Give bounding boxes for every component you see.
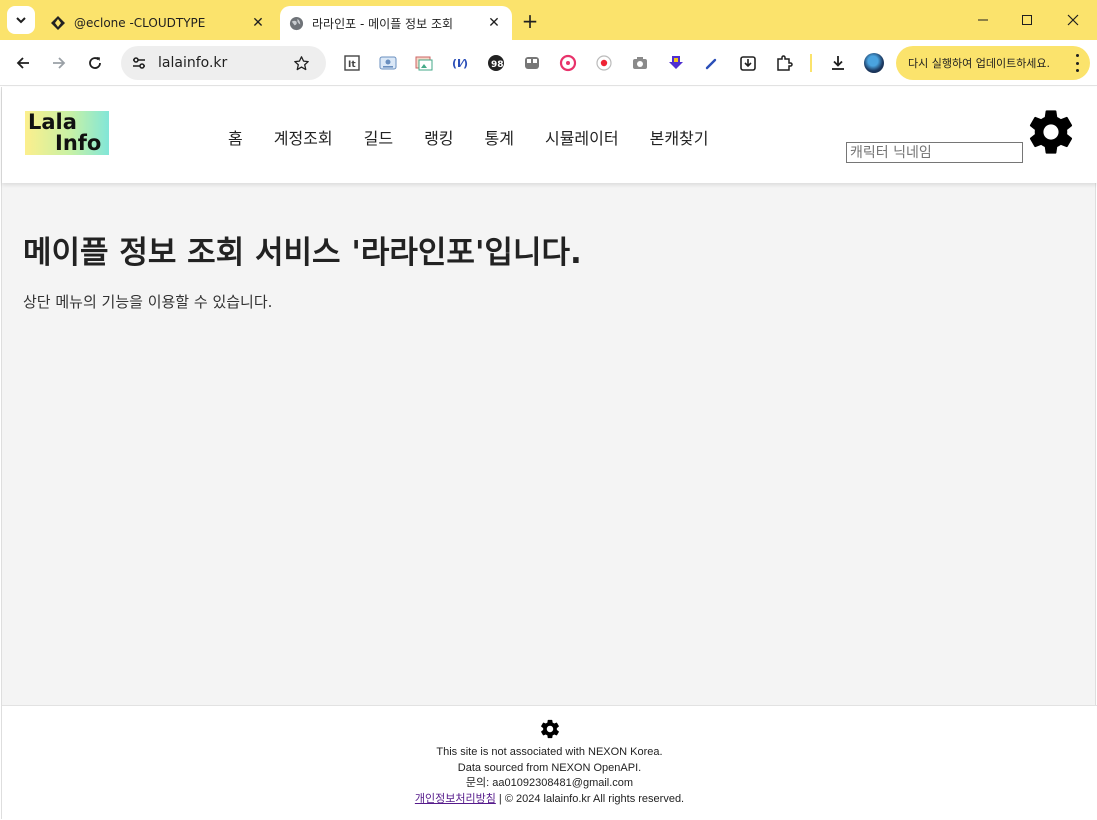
main-nav: 홈 계정조회 길드 랭킹 통계 시뮬레이터 본캐찾기 (228, 125, 708, 149)
extension-text-icon[interactable]: It (342, 53, 362, 73)
extension-camera-icon[interactable] (630, 53, 650, 73)
site-info-icon[interactable] (129, 53, 149, 73)
maximize-button[interactable] (1004, 4, 1050, 36)
tab-title: 라라인포 - 메이플 정보 조회 (312, 16, 454, 31)
nav-statistics[interactable]: 통계 (485, 125, 514, 149)
extension-pen-icon[interactable] (702, 53, 722, 73)
close-icon[interactable]: ✕ (484, 13, 504, 33)
close-window-button[interactable] (1050, 4, 1096, 36)
extension-ring-icon[interactable] (558, 53, 578, 73)
maximize-icon (1022, 15, 1032, 25)
extension-grid-icon[interactable] (522, 53, 542, 73)
arrow-left-icon (16, 57, 29, 69)
downloads-icon[interactable] (828, 53, 848, 73)
new-tab-button[interactable]: + (518, 9, 542, 33)
footer-text: This site is not associated with NEXON K… (2, 745, 1097, 807)
minimize-icon (978, 19, 988, 21)
close-icon (1067, 14, 1079, 26)
footer-data-source: Data sourced from NEXON OpenAPI. (457, 761, 642, 774)
svg-text:98: 98 (491, 60, 504, 70)
footer-copyright: | © 2024 lalainfo.kr All rights reserved… (495, 792, 685, 805)
footer-legal: 개인정보처리방침 | © 2024 lalainfo.kr All rights… (2, 792, 1097, 808)
url-text: lalainfo.kr (158, 55, 228, 71)
footer-contact: 문의: aa01092308481@gmail.com (465, 777, 634, 789)
update-label: 다시 실행하여 업데이트하세요. (908, 57, 1051, 70)
logo-line-1: Lala (28, 110, 77, 134)
browser-toolbar: lalainfo.kr It (I⁄) 98 다시 실행하여 업데이트하세요. (0, 40, 1097, 86)
extension-id-card-icon[interactable] (378, 53, 398, 73)
privacy-policy-link[interactable]: 개인정보처리방침 (415, 793, 496, 805)
svg-text:It: It (348, 60, 356, 70)
bookmark-star-icon[interactable] (291, 53, 311, 73)
arrow-right-icon (53, 57, 66, 69)
address-bar[interactable]: lalainfo.kr (121, 46, 326, 80)
character-search-input[interactable] (846, 142, 1023, 163)
web-page: Lala Info 홈 계정조회 길드 랭킹 통계 시뮬레이터 본캐찾기 메이플… (1, 87, 1097, 819)
profile-avatar[interactable] (864, 53, 884, 73)
site-header: Lala Info 홈 계정조회 길드 랭킹 통계 시뮬레이터 본캐찾기 (2, 87, 1097, 183)
update-button[interactable]: 다시 실행하여 업데이트하세요. (896, 46, 1090, 80)
tab-cloudtype[interactable]: @eclone -CLOUDTYPE ✕ (42, 6, 276, 40)
page-description: 상단 메뉴의 기능을 이용할 수 있습니다. (23, 293, 273, 311)
globe-icon (288, 15, 304, 31)
tab-search-button[interactable] (7, 6, 35, 34)
extension-record-icon[interactable] (594, 53, 614, 73)
gear-icon[interactable] (1025, 106, 1077, 158)
extension-wave-icon[interactable]: (I⁄) (450, 53, 470, 73)
minimize-button[interactable] (960, 4, 1006, 36)
tab-lalainfo[interactable]: 라라인포 - 메이플 정보 조회 ✕ (280, 6, 512, 40)
tab-title: @eclone -CLOUDTYPE (74, 16, 206, 30)
cloudtype-icon (50, 15, 66, 31)
toolbar-separator (810, 54, 812, 72)
browser-tabstrip: @eclone -CLOUDTYPE ✕ 라라인포 - 메이플 정보 조회 ✕ … (0, 0, 1097, 40)
nav-guild[interactable]: 길드 (364, 125, 393, 149)
logo-line-2: Info (55, 131, 102, 155)
nav-account-lookup[interactable]: 계정조회 (274, 125, 333, 149)
nav-ranking[interactable]: 랭킹 (424, 125, 453, 149)
close-icon[interactable]: ✕ (248, 13, 268, 33)
page-title: 메이플 정보 조회 서비스 '라라인포'입니다. (23, 235, 582, 271)
site-footer: This site is not associated with NEXON K… (2, 705, 1097, 819)
site-logo[interactable]: Lala Info (25, 111, 109, 155)
footer-disclaimer: This site is not associated with NEXON K… (436, 746, 663, 758)
gear-icon (541, 719, 559, 739)
nav-home[interactable]: 홈 (228, 125, 243, 149)
extension-capture-icon[interactable] (738, 53, 758, 73)
chevron-down-icon (16, 17, 26, 24)
extension-circle-icon[interactable]: 98 (486, 53, 506, 73)
svg-text:(I⁄): (I⁄) (452, 57, 468, 70)
forward-button[interactable] (45, 49, 73, 77)
nav-main-character-finder[interactable]: 본캐찾기 (650, 125, 709, 149)
nav-simulator[interactable]: 시뮬레이터 (545, 125, 619, 149)
more-menu-icon[interactable] (1074, 54, 1080, 72)
extensions-puzzle-icon[interactable] (774, 53, 794, 73)
reload-icon (89, 57, 101, 69)
back-button[interactable] (9, 49, 37, 77)
reload-button[interactable] (81, 49, 109, 77)
extension-download-arrow-icon[interactable] (666, 53, 686, 73)
extension-gallery-icon[interactable] (414, 53, 434, 73)
